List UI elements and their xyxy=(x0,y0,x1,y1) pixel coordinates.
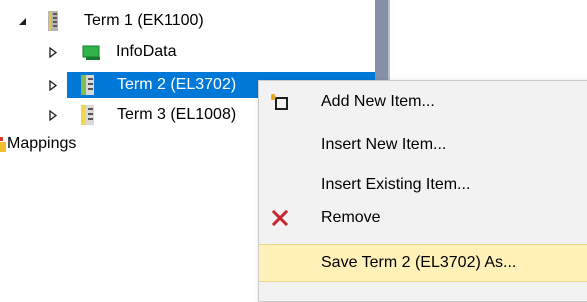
infodata-icon xyxy=(82,45,102,66)
menu-item-label: Save Term 2 (EL3702) As... xyxy=(321,254,517,271)
tree-item-label: Term 2 (EL3702) xyxy=(117,76,237,93)
menu-item-remove[interactable]: Remove xyxy=(259,201,587,235)
menu-item-label: Add New Item... xyxy=(321,93,435,110)
menu-item-insert-existing-item[interactable]: Insert Existing Item... xyxy=(259,168,587,202)
collapsed-triangle-icon[interactable] xyxy=(47,39,59,65)
tree-item-infodata[interactable]: InfoData xyxy=(0,39,375,65)
tree-item-label: Term 1 (EK1100) xyxy=(84,12,204,29)
terminal-icon xyxy=(81,75,95,100)
menu-item-label: Insert Existing Item... xyxy=(321,176,471,193)
collapsed-triangle-icon[interactable] xyxy=(47,102,59,128)
terminal-icon xyxy=(81,105,95,130)
menu-item-label: Remove xyxy=(321,209,381,226)
tree-item-label: Mappings xyxy=(7,135,77,152)
tree-item-term1[interactable]: Term 1 (EK1100) xyxy=(0,8,375,34)
tree-item-label: Term 3 (EL1008) xyxy=(117,106,237,123)
context-menu: Add New Item... Insert New Item... Inser… xyxy=(258,80,587,302)
menu-item-add-new-item[interactable]: Add New Item... xyxy=(259,85,587,119)
menu-item-insert-new-item[interactable]: Insert New Item... xyxy=(259,128,587,162)
tree-item-label: InfoData xyxy=(116,43,177,60)
terminal-coupler-icon xyxy=(48,11,58,36)
expanded-triangle-icon[interactable] xyxy=(16,8,28,34)
add-new-item-icon xyxy=(269,91,291,113)
menu-item-label: Insert New Item... xyxy=(321,136,447,153)
remove-x-icon xyxy=(269,207,291,229)
menu-item-save-as[interactable]: Save Term 2 (EL3702) As... xyxy=(259,244,587,282)
collapsed-triangle-icon[interactable] xyxy=(47,72,59,98)
